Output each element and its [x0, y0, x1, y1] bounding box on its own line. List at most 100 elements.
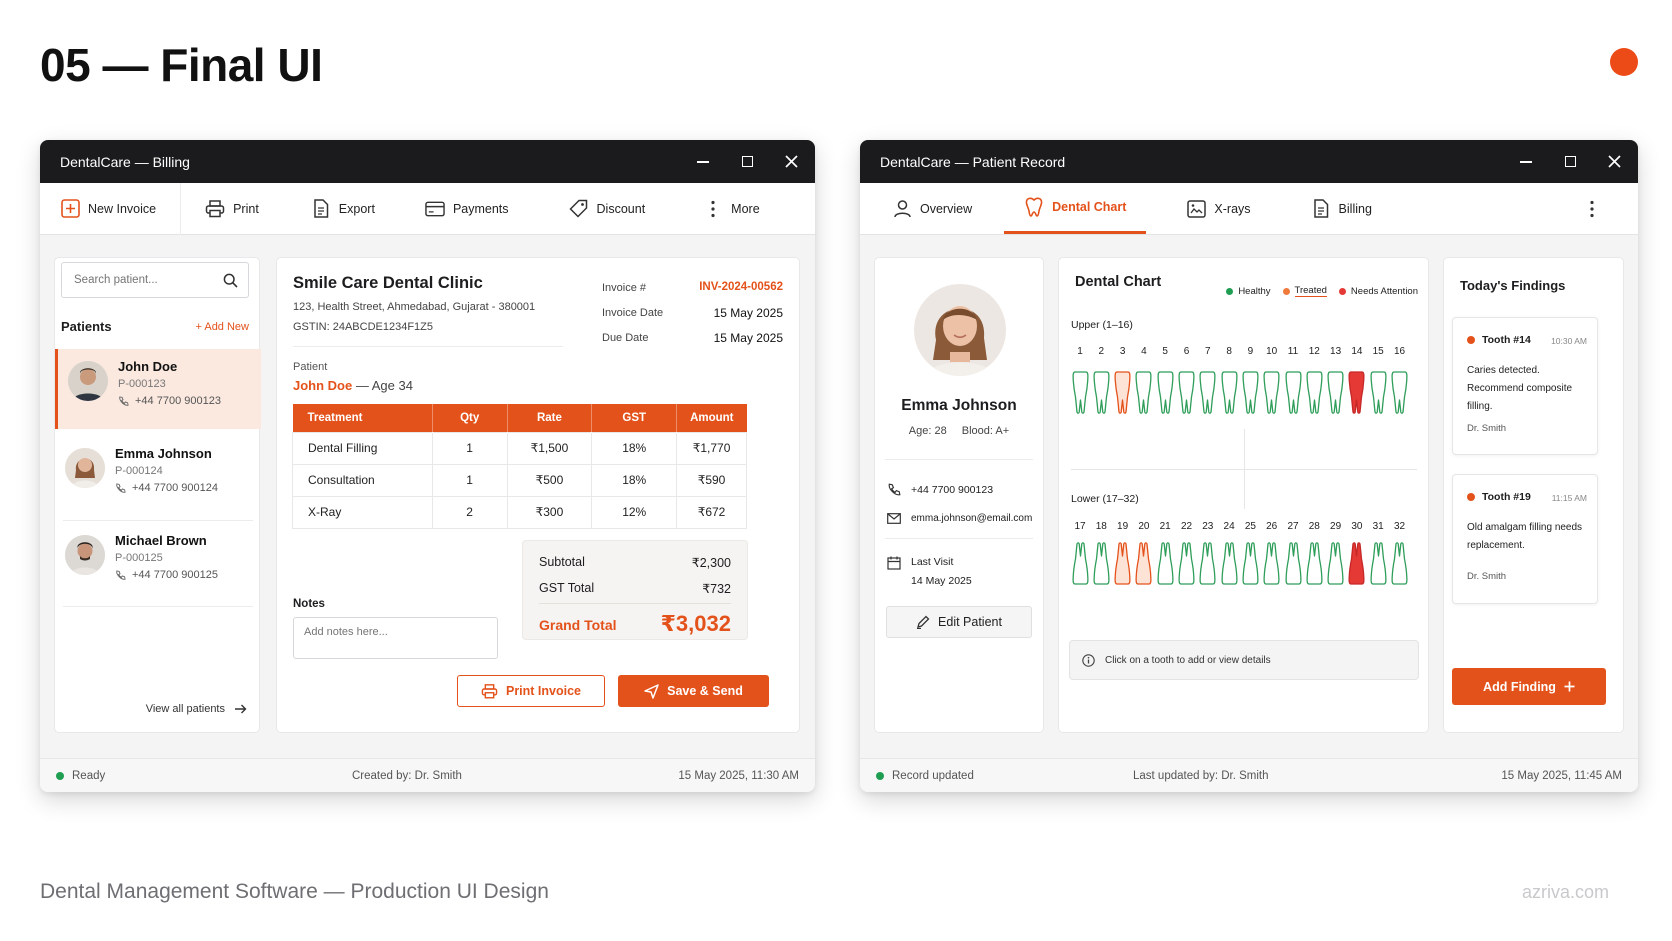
tab-label: Overview: [920, 201, 973, 216]
table-row[interactable]: Consultation 1 ₹500 18% ₹590: [292, 463, 747, 497]
payments-button[interactable]: Payments: [425, 183, 509, 234]
mail-icon: [887, 513, 901, 524]
pencil-icon: [917, 615, 930, 629]
tooth-29[interactable]: [1327, 542, 1344, 586]
patient-name: Michael Brown: [115, 533, 207, 548]
table-cell: 1: [431, 431, 508, 465]
new-invoice-button[interactable]: New Invoice: [60, 183, 156, 234]
patient-item[interactable]: Emma Johnson P-000124 +44 7700 900124: [55, 436, 261, 516]
tooth-16[interactable]: [1391, 370, 1408, 414]
tooth-32[interactable]: [1391, 542, 1408, 586]
tooth-8[interactable]: [1221, 370, 1238, 414]
minimize-button[interactable]: [695, 154, 711, 170]
close-button[interactable]: [783, 154, 799, 170]
print-invoice-label: Print Invoice: [505, 684, 582, 698]
tooth-4[interactable]: [1135, 370, 1152, 414]
tooth-icon: [1327, 542, 1344, 585]
tab-dental-chart[interactable]: Dental Chart: [1004, 183, 1147, 234]
add-new-link[interactable]: + Add New: [195, 321, 249, 333]
maximize-button[interactable]: [739, 154, 755, 170]
tab-xrays[interactable]: X-rays: [1186, 183, 1251, 234]
tooth-12[interactable]: [1306, 370, 1323, 414]
record-more-button[interactable]: [1582, 183, 1602, 234]
created-by: Created by: Dr. Smith: [352, 769, 462, 782]
invoice-patient-name[interactable]: John Doe: [293, 378, 352, 393]
tooth-2[interactable]: [1093, 370, 1110, 414]
tooth-21[interactable]: [1157, 542, 1174, 586]
column-header: Amount: [676, 404, 747, 432]
table-row[interactable]: X-Ray 2 ₹300 12% ₹672: [292, 495, 747, 529]
tooth-18[interactable]: [1093, 542, 1110, 586]
export-button[interactable]: Export: [311, 183, 375, 234]
search-input[interactable]: [74, 274, 214, 286]
notes-input[interactable]: [293, 617, 498, 659]
add-finding-button[interactable]: Add Finding: [1452, 668, 1606, 705]
info-icon: [1082, 653, 1095, 667]
finding-card[interactable]: Tooth #19 11:15 AM Old amalgam filling n…: [1452, 474, 1598, 604]
discount-button[interactable]: Discount: [569, 183, 645, 234]
profile-vitals: Age: 28 Blood: A+: [875, 425, 1043, 437]
tooth-5[interactable]: [1157, 370, 1174, 414]
legend-treated: Treated: [1282, 285, 1327, 297]
tooth-19[interactable]: [1114, 542, 1131, 586]
phone-icon: [116, 569, 126, 580]
legend-swatch: [1282, 287, 1290, 295]
tab-label: Dental Chart: [1052, 200, 1127, 214]
print-button[interactable]: Print: [205, 183, 259, 234]
maximize-button[interactable]: [1562, 154, 1578, 170]
billing-toolbar: New Invoice Print Export Payments Discou…: [40, 182, 815, 235]
tab-label: X-rays: [1214, 201, 1251, 216]
more-button[interactable]: More: [703, 183, 760, 234]
tooth-22[interactable]: [1178, 542, 1195, 586]
tooth-26[interactable]: [1263, 542, 1280, 586]
search-box[interactable]: [61, 262, 249, 298]
invoice-patient-age: — Age 34: [355, 378, 413, 393]
tab-billing[interactable]: Billing: [1311, 183, 1372, 234]
tooth-10[interactable]: [1263, 370, 1280, 414]
tooth-28[interactable]: [1306, 542, 1323, 586]
avatar: [65, 448, 105, 488]
avatar: [65, 535, 105, 575]
tooth-14[interactable]: [1348, 370, 1365, 414]
send-icon: [644, 683, 659, 699]
tooth-27[interactable]: [1284, 542, 1302, 586]
save-send-button[interactable]: Save & Send: [618, 675, 769, 707]
tooth-9[interactable]: [1242, 370, 1259, 414]
tooth-icon: [1093, 542, 1110, 585]
view-all-patients-link[interactable]: View all patients: [146, 703, 247, 715]
tab-overview[interactable]: Overview: [892, 183, 972, 234]
maximize-icon: [1564, 156, 1576, 167]
clinic-gstin: GSTIN: 24ABCDE1234F1Z5: [293, 321, 434, 333]
tooth-15[interactable]: [1370, 370, 1387, 414]
totals-box: Subtotal ₹2,300 GST Total ₹732 Grand Tot…: [522, 540, 748, 640]
tooth-25[interactable]: [1242, 542, 1259, 586]
tooth-23[interactable]: [1199, 542, 1216, 586]
table-row[interactable]: Dental Filling 1 ₹1,500 18% ₹1,770: [292, 431, 747, 465]
tooth-11[interactable]: [1284, 370, 1302, 414]
tooth-6[interactable]: [1178, 370, 1195, 414]
tooth-20[interactable]: [1135, 542, 1152, 586]
midline: [1244, 429, 1245, 509]
tooth-number: 5: [1162, 346, 1168, 357]
tooth-13[interactable]: [1327, 370, 1344, 414]
status-dot: [876, 771, 884, 780]
minimize-button[interactable]: [1518, 154, 1534, 170]
tooth-31[interactable]: [1370, 542, 1387, 586]
print-invoice-button[interactable]: Print Invoice: [457, 675, 605, 707]
tooth-icon: [1263, 542, 1280, 585]
tooth-17[interactable]: [1071, 542, 1089, 586]
tooth-1[interactable]: [1071, 370, 1089, 414]
finding-card[interactable]: Tooth #14 10:30 AM Caries detected. Reco…: [1452, 317, 1598, 455]
profile-email-text[interactable]: emma.johnson@email.com: [911, 513, 1032, 524]
tooth-number: 29: [1330, 521, 1342, 532]
patient-item[interactable]: Michael Brown P-000125 +44 7700 900125: [55, 523, 261, 603]
edit-patient-button[interactable]: Edit Patient: [886, 606, 1032, 638]
tooth-7[interactable]: [1199, 370, 1216, 414]
patient-item-selected[interactable]: John Doe P-000123 +44 7700 900123: [55, 349, 261, 429]
tooth-number: 11: [1287, 346, 1299, 357]
tooth-3[interactable]: [1114, 370, 1131, 414]
tooth-30[interactable]: [1348, 542, 1365, 586]
window-title: DentalCare — Billing: [60, 153, 190, 170]
close-button[interactable]: [1606, 154, 1622, 170]
tooth-24[interactable]: [1221, 542, 1238, 586]
